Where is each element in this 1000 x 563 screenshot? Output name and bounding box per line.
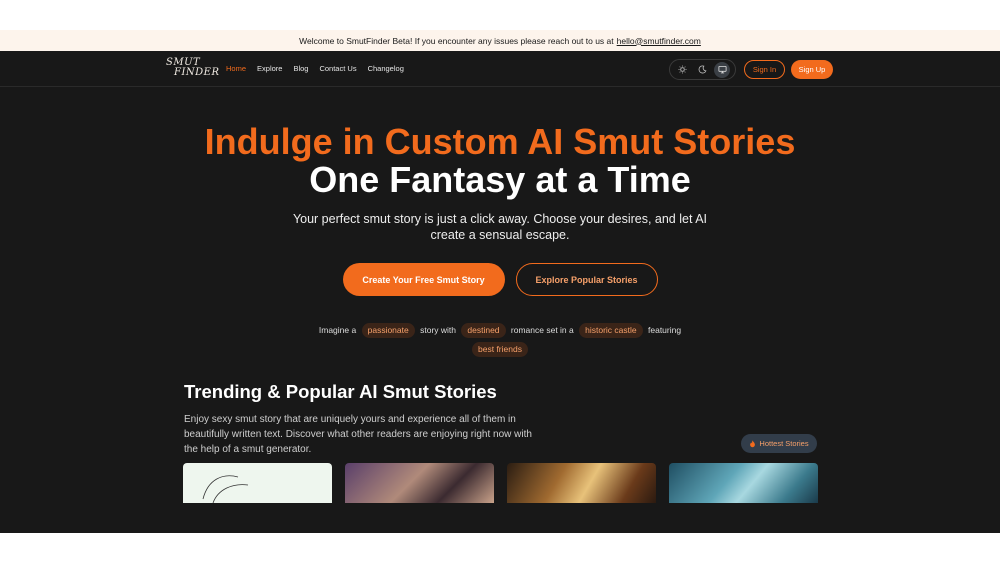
prompt-text-3: romance set in a: [510, 325, 574, 335]
story-card[interactable]: [345, 463, 494, 503]
nav-link-blog[interactable]: Blog: [293, 64, 308, 73]
site-logo[interactable]: SMUT FINDER: [166, 58, 220, 78]
hero-title-line-2: One Fantasy at a Time: [309, 159, 691, 200]
site-container: SMUT FINDER Home Explore Blog Contact Us…: [0, 51, 1000, 533]
banner-email-link[interactable]: hello@smutfinder.com: [617, 36, 701, 46]
prompt-chip-setting[interactable]: historic castle: [579, 323, 643, 338]
prompt-text-1: Imagine a: [318, 325, 357, 335]
hero-section: Indulge in Custom AI Smut Stories One Fa…: [0, 87, 1000, 359]
prompt-text-2: story with: [420, 325, 457, 335]
hero-title: Indulge in Custom AI Smut Stories One Fa…: [0, 123, 1000, 199]
nav-link-home[interactable]: Home: [226, 64, 246, 73]
monitor-icon[interactable]: [714, 61, 731, 78]
flame-icon: [750, 439, 756, 447]
story-prompt-builder: Imagine a passionate story with destined…: [0, 321, 1000, 359]
create-story-button[interactable]: Create Your Free Smut Story: [342, 263, 505, 296]
prompt-text-4: featuring: [648, 325, 682, 335]
hero-cta-row: Create Your Free Smut Story Explore Popu…: [0, 263, 1000, 296]
trending-description: Enjoy sexy smut story that are uniquely …: [184, 414, 532, 455]
hero-subtitle: Your perfect smut story is just a click …: [292, 212, 708, 242]
story-cards-row: [183, 463, 818, 503]
browser-top-margin: [0, 0, 1000, 30]
prompt-chip-trope[interactable]: destined: [461, 323, 506, 338]
story-card[interactable]: [183, 463, 332, 503]
prompt-chip-mood[interactable]: passionate: [361, 323, 415, 338]
banner-text: Welcome to SmutFinder Beta! If you encou…: [299, 35, 614, 46]
logo-line-2: FINDER: [174, 67, 220, 78]
nav-link-contact[interactable]: Contact Us: [319, 64, 356, 73]
hottest-stories-label: Hottest Stories: [759, 439, 809, 448]
theme-switcher: [669, 59, 736, 80]
nav-links: Home Explore Blog Contact Us Changelog: [226, 64, 404, 73]
trending-title: Trending & Popular AI Smut Stories: [184, 381, 497, 402]
sign-in-button[interactable]: Sign In: [744, 60, 785, 79]
hottest-stories-badge[interactable]: Hottest Stories: [741, 434, 817, 453]
story-card[interactable]: [507, 463, 656, 503]
hero-title-line-1: Indulge in Custom AI Smut Stories: [204, 121, 796, 162]
trending-section: Trending & Popular AI Smut Stories Enjoy…: [184, 381, 824, 457]
moon-icon[interactable]: [694, 62, 710, 78]
announcement-banner: Welcome to SmutFinder Beta! If you encou…: [0, 30, 1000, 51]
sign-up-button[interactable]: Sign Up: [791, 60, 833, 79]
explore-stories-button[interactable]: Explore Popular Stories: [515, 263, 658, 296]
story-card[interactable]: [669, 463, 818, 503]
sun-icon[interactable]: [675, 62, 691, 78]
browser-bottom-margin: [0, 533, 1000, 563]
nav-link-changelog[interactable]: Changelog: [368, 64, 404, 73]
prompt-chip-characters[interactable]: best friends: [472, 342, 528, 357]
top-navbar: SMUT FINDER Home Explore Blog Contact Us…: [0, 51, 1000, 87]
nav-link-explore[interactable]: Explore: [257, 64, 282, 73]
